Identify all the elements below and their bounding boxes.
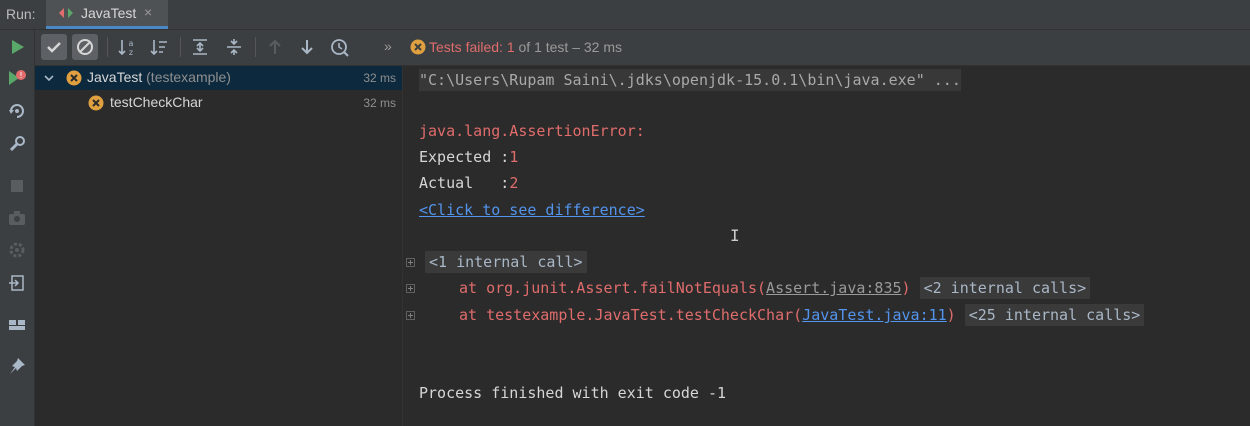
status-prefix: Tests failed: [429, 39, 507, 55]
more-actions-chevron-icon[interactable]: » [384, 38, 392, 54]
process-exit-line: Process finished with exit code -1 [419, 384, 727, 402]
toolbar-separator [255, 37, 256, 57]
tab-javatest[interactable]: JavaTest × [46, 0, 168, 29]
pin-icon[interactable] [7, 356, 27, 376]
click-to-see-difference-link[interactable]: <Click to see difference> [419, 201, 645, 219]
test-duration: 32 ms [363, 71, 396, 85]
stop-icon[interactable] [7, 176, 27, 196]
internal-calls-fold[interactable]: <25 internal calls> [964, 304, 1145, 326]
test-package-name: (testexample) [142, 69, 231, 85]
rerun-failed-icon[interactable]: ! [7, 68, 27, 88]
tree-item-javatest[interactable]: JavaTest (testexample) 32 ms [35, 66, 402, 90]
stack-trace-line-2: at testexample.JavaTest.testCheckChar(Ja… [459, 304, 1145, 326]
trace-prefix: at org.junit.Assert.failNotEquals( [459, 279, 767, 297]
assertion-error-line: java.lang.AssertionError: [419, 122, 645, 140]
close-icon[interactable]: × [144, 4, 152, 20]
expand-fold-icon[interactable] [406, 258, 415, 267]
collapse-all-icon[interactable] [221, 34, 247, 60]
javatest-java-link[interactable]: JavaTest.java:11 [802, 306, 947, 324]
internal-calls-fold[interactable]: <2 internal calls> [919, 277, 1091, 299]
camera-icon[interactable] [7, 208, 27, 228]
test-method-name: testCheckChar [110, 94, 203, 110]
internal-calls-fold[interactable]: <1 internal call> [425, 251, 587, 273]
internal-call-line: <1 internal call> [425, 251, 587, 273]
actual-line: Actual :2 [419, 174, 518, 192]
expected-value: 1 [509, 148, 519, 166]
text-cursor-icon: I [730, 226, 740, 245]
test-failed-icon [88, 95, 104, 111]
stack-trace-line-1: at org.junit.Assert.failNotEquals(Assert… [459, 277, 1091, 299]
settings-wrench-icon[interactable] [7, 134, 27, 154]
previous-failed-test-icon[interactable] [262, 34, 288, 60]
status-suffix: of 1 test – 32 ms [514, 39, 623, 55]
test-duration: 32 ms [363, 96, 396, 110]
tree-item-testcheckchar[interactable]: testCheckChar 32 ms [35, 91, 402, 115]
sort-alphabetically-icon[interactable]: az [114, 34, 140, 60]
show-passed-toggle[interactable] [41, 34, 67, 60]
expected-label: Expected : [419, 148, 510, 166]
rerun-icon[interactable] [7, 101, 27, 121]
test-status-summary: Tests failed: 1 of 1 test – 32 ms [429, 39, 622, 55]
actual-label: Actual : [419, 174, 510, 192]
java-command-line: "C:\Users\Rupam Saini\.jdks\openjdk-15.0… [419, 69, 961, 91]
run-tool-window-header: Run: JavaTest × [0, 0, 1250, 30]
svg-text:a: a [129, 39, 134, 48]
expand-fold-icon[interactable] [406, 284, 415, 293]
test-history-clock-icon[interactable] [327, 34, 353, 60]
run-icon[interactable] [7, 37, 27, 57]
expand-all-icon[interactable] [187, 34, 213, 60]
svg-text:z: z [129, 48, 133, 57]
expand-fold-icon[interactable] [406, 311, 415, 320]
expected-line: Expected :1 [419, 148, 518, 166]
export-icon[interactable] [7, 273, 27, 293]
trace-suffix: ) [901, 279, 911, 297]
left-toolbar: ! [0, 30, 35, 426]
trace-prefix: at testexample.JavaTest.testCheckChar( [459, 306, 803, 324]
assert-java-link[interactable]: Assert.java:835 [766, 279, 901, 297]
java-test-config-icon [58, 6, 74, 20]
tree-item-label: JavaTest (testexample) [87, 69, 231, 85]
show-ignored-toggle[interactable] [72, 34, 98, 60]
test-tree: JavaTest (testexample) 32 ms testCheckCh… [35, 66, 403, 426]
tab-title: JavaTest [81, 5, 137, 21]
test-failed-icon [66, 70, 82, 86]
actual-value: 2 [509, 174, 519, 192]
test-class-name: JavaTest [87, 69, 143, 85]
sort-by-duration-icon[interactable] [146, 34, 172, 60]
run-label: Run: [6, 6, 36, 22]
svg-text:!: ! [19, 71, 22, 80]
toolbar-separator [180, 37, 181, 57]
console-output[interactable]: "C:\Users\Rupam Saini\.jdks\openjdk-15.0… [403, 66, 1250, 426]
layout-icon[interactable] [7, 315, 27, 335]
trace-suffix: ) [946, 306, 956, 324]
next-failed-test-icon[interactable] [294, 34, 320, 60]
failed-count: 1 [506, 39, 515, 55]
test-toolbar: az » Tests failed: 1 of 1 test – 32 ms [35, 30, 1250, 66]
chevron-down-icon[interactable] [43, 72, 55, 87]
toolbar-separator [107, 37, 108, 57]
test-failed-icon [410, 39, 426, 55]
gear-icon[interactable] [7, 240, 27, 260]
